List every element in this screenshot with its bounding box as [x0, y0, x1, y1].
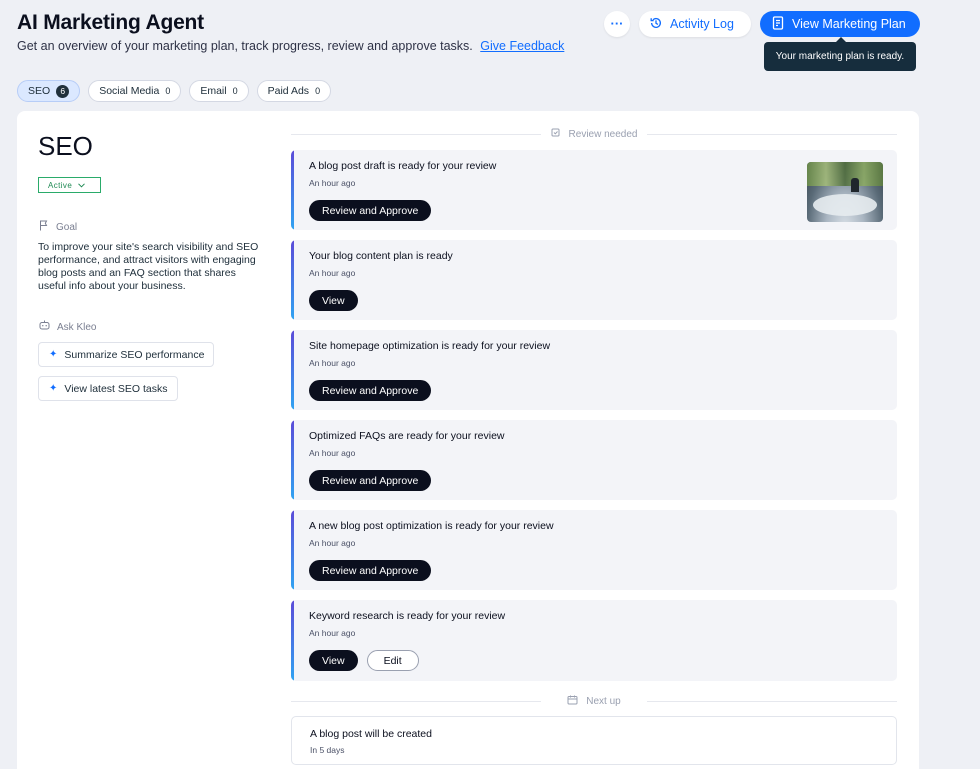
- task-card[interactable]: A blog post draft is ready for your revi…: [291, 150, 897, 230]
- more-dots-icon: ···: [610, 16, 624, 31]
- task-title: Optimized FAQs are ready for your review: [309, 430, 505, 442]
- plan-ready-tooltip: Your marketing plan is ready.: [764, 37, 916, 71]
- summarize-seo-label: Summarize SEO performance: [64, 348, 205, 361]
- task-title: Your blog content plan is ready: [309, 250, 453, 262]
- task-time: An hour ago: [309, 538, 356, 548]
- tab-paid-ads[interactable]: Paid Ads 0: [256, 80, 332, 102]
- tab-count-badge: 0: [232, 86, 238, 96]
- task-title: Keyword research is ready for your revie…: [309, 610, 506, 622]
- edit-button[interactable]: Edit: [366, 650, 419, 671]
- task-time: An hour ago: [309, 448, 356, 458]
- tab-social-media[interactable]: Social Media 0: [88, 80, 182, 102]
- card-accent-bar: [291, 150, 294, 230]
- tab-email[interactable]: Email 0: [189, 80, 249, 102]
- card-accent-bar: [291, 330, 294, 410]
- ask-kleo-label: Ask Kleo: [39, 320, 96, 334]
- subtitle-text: Get an overview of your marketing plan, …: [17, 39, 473, 53]
- review-and-approve-button[interactable]: Review and Approve: [309, 470, 432, 491]
- task-card[interactable]: Site homepage optimization is ready for …: [291, 330, 897, 410]
- tab-label: SEO: [28, 85, 51, 97]
- status-label: Active: [48, 180, 73, 190]
- upcoming-task-card[interactable]: A blog post will be created In 5 days: [291, 716, 897, 765]
- task-time: An hour ago: [309, 628, 356, 638]
- goal-description: To improve your site's search visibility…: [38, 241, 259, 292]
- task-title: A new blog post optimization is ready fo…: [309, 520, 554, 532]
- flag-icon: [39, 220, 49, 234]
- document-icon: [772, 15, 785, 33]
- view-marketing-plan-label: View Marketing Plan: [792, 17, 906, 31]
- chat-bot-icon: [39, 320, 50, 334]
- thumbnail-window: [807, 162, 883, 186]
- review-icon: [551, 128, 561, 141]
- task-card[interactable]: Keyword research is ready for your revie…: [291, 600, 897, 681]
- activity-log-label: Activity Log: [670, 17, 734, 31]
- ask-kleo-text: Ask Kleo: [57, 321, 97, 333]
- view-latest-seo-tasks-button[interactable]: ✦ View latest SEO tasks: [38, 376, 178, 401]
- tab-label: Email: [200, 85, 227, 97]
- tab-label: Social Media: [99, 85, 160, 97]
- thumbnail-person: [851, 178, 859, 192]
- review-and-approve-button[interactable]: Review and Approve: [309, 200, 432, 221]
- tab-seo[interactable]: SEO 6: [17, 80, 81, 102]
- task-card[interactable]: Optimized FAQs are ready for your review…: [291, 420, 897, 500]
- card-accent-bar: [291, 240, 294, 320]
- review-and-approve-button[interactable]: Review and Approve: [309, 560, 432, 581]
- sparkle-icon: ✦: [49, 349, 58, 360]
- view-button[interactable]: View: [309, 290, 358, 311]
- status-dropdown[interactable]: Active: [38, 177, 101, 193]
- goal-label-text: Goal: [56, 221, 78, 233]
- task-time: An hour ago: [309, 268, 356, 278]
- section-heading: SEO: [38, 131, 93, 161]
- calendar-icon: [567, 695, 578, 708]
- task-title: Site homepage optimization is ready for …: [309, 340, 551, 352]
- task-time: An hour ago: [309, 358, 356, 368]
- goal-label: Goal: [39, 220, 77, 234]
- page-title: AI Marketing Agent: [17, 11, 204, 34]
- task-card[interactable]: Your blog content plan is ready An hour …: [291, 240, 897, 320]
- task-title: A blog post draft is ready for your revi…: [309, 160, 497, 172]
- card-accent-bar: [291, 420, 294, 500]
- tab-count-badge: 6: [56, 84, 70, 98]
- tab-count-badge: 0: [165, 86, 171, 96]
- view-latest-tasks-label: View latest SEO tasks: [64, 382, 168, 395]
- task-title: A blog post will be created: [310, 728, 432, 740]
- chevron-down-icon: [78, 181, 86, 190]
- channel-tabs: SEO 6 Social Media 0 Email 0 Paid Ads 0: [17, 80, 332, 102]
- summarize-seo-button[interactable]: ✦ Summarize SEO performance: [38, 342, 215, 367]
- task-card[interactable]: A new blog post optimization is ready fo…: [291, 510, 897, 590]
- review-and-approve-button[interactable]: Review and Approve: [309, 380, 432, 401]
- activity-log-button[interactable]: Activity Log: [639, 11, 751, 37]
- blog-post-thumbnail: [807, 162, 883, 222]
- tab-label: Paid Ads: [267, 85, 310, 97]
- task-time: In 5 days: [310, 745, 345, 755]
- card-accent-bar: [291, 600, 294, 681]
- more-actions-button[interactable]: ···: [604, 11, 630, 37]
- tab-count-badge: 0: [315, 86, 321, 96]
- thumbnail-table: [813, 194, 877, 216]
- history-icon: [649, 16, 663, 33]
- page-subtitle: Get an overview of your marketing plan, …: [17, 39, 564, 53]
- task-time: An hour ago: [309, 178, 356, 188]
- view-marketing-plan-button[interactable]: View Marketing Plan: [760, 11, 920, 37]
- view-button[interactable]: View: [309, 650, 358, 671]
- next-up-divider: Next up: [291, 694, 897, 708]
- next-up-label: Next up: [586, 695, 621, 707]
- card-accent-bar: [291, 510, 294, 590]
- review-needed-label: Review needed: [568, 128, 638, 140]
- give-feedback-link[interactable]: Give Feedback: [480, 39, 564, 53]
- sparkle-icon: ✦: [49, 383, 58, 394]
- review-needed-divider: Review needed: [291, 127, 897, 141]
